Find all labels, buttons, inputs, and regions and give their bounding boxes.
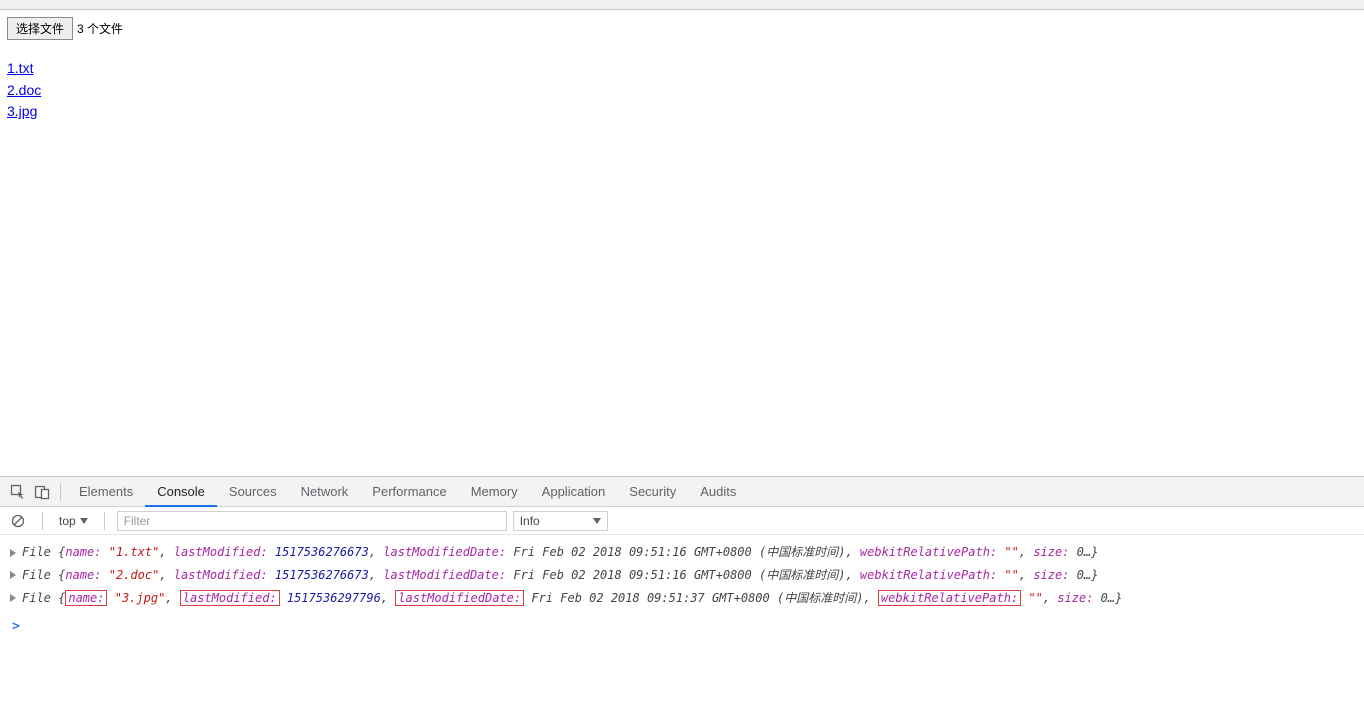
browser-chrome-hint [0, 0, 1364, 10]
console-filter-input[interactable] [117, 511, 507, 531]
log-token: 0… [1077, 545, 1091, 559]
log-token: , [845, 545, 859, 559]
page-body: 选择文件 3 个文件 1.txt 2.doc 3.jpg [0, 10, 1364, 476]
log-token: webkitRelativePath: [878, 590, 1021, 606]
console-log-line[interactable]: File {name: "2.doc", lastModified: 15175… [10, 564, 1354, 587]
console-log-line[interactable]: File {name: "3.jpg", lastModified: 15175… [10, 587, 1354, 610]
log-token: , [159, 568, 173, 582]
log-token: "" [1028, 591, 1042, 605]
log-token: size: [1033, 545, 1069, 559]
log-token: } [1091, 568, 1098, 582]
chevron-down-icon [80, 518, 88, 524]
tab-network[interactable]: Network [289, 477, 361, 507]
expand-arrow-icon[interactable] [10, 594, 16, 602]
log-token: name: [65, 568, 101, 582]
log-token: name: [65, 590, 107, 606]
tab-sources[interactable]: Sources [217, 477, 289, 507]
log-token: webkitRelativePath: [860, 568, 997, 582]
log-token: , [369, 545, 383, 559]
expand-arrow-icon[interactable] [10, 549, 16, 557]
console-toolbar: top Info [0, 507, 1364, 535]
log-token: Fri Feb 02 2018 09:51:37 GMT+0800 (中国标准时… [531, 591, 863, 605]
log-token: , [381, 591, 395, 605]
log-token: "" [1004, 568, 1018, 582]
log-token: lastModifiedDate: [383, 545, 506, 559]
log-token: name: [65, 545, 101, 559]
log-token: "3.jpg" [115, 591, 166, 605]
file-link[interactable]: 3.jpg [7, 103, 37, 119]
log-level-selector[interactable]: Info [513, 511, 608, 531]
log-token: , [863, 591, 877, 605]
log-token: "" [1004, 545, 1018, 559]
log-level-label: Info [520, 514, 540, 528]
log-token: } [1115, 591, 1122, 605]
file-link[interactable]: 2.doc [7, 82, 41, 98]
tab-elements[interactable]: Elements [67, 477, 145, 507]
log-token: Fri Feb 02 2018 09:51:16 GMT+0800 (中国标准时… [513, 545, 845, 559]
log-token: , [369, 568, 383, 582]
console-messages: File {name: "1.txt", lastModified: 15175… [0, 535, 1364, 710]
devtools-panel: Elements Console Sources Network Perform… [0, 476, 1364, 710]
context-label: top [59, 514, 76, 528]
log-token: , [165, 591, 179, 605]
tab-security[interactable]: Security [617, 477, 688, 507]
log-token: lastModifiedDate: [395, 590, 524, 606]
log-token: , [845, 568, 859, 582]
log-token: 1517536276673 [275, 545, 369, 559]
log-token: File [22, 545, 58, 559]
expand-arrow-icon[interactable] [10, 571, 16, 579]
log-token: 1517536276673 [275, 568, 369, 582]
files-count-label: 3 个文件 [77, 20, 123, 37]
chevron-down-icon [593, 518, 601, 524]
tab-application[interactable]: Application [530, 477, 618, 507]
divider [60, 483, 61, 501]
tab-memory[interactable]: Memory [459, 477, 530, 507]
log-token: File [22, 591, 58, 605]
execution-context-selector[interactable]: top [55, 514, 92, 528]
log-token: 1517536297796 [287, 591, 381, 605]
log-token: 0… [1077, 568, 1091, 582]
tab-console[interactable]: Console [145, 477, 217, 507]
console-log-line[interactable]: File {name: "1.txt", lastModified: 15175… [10, 541, 1354, 564]
divider [104, 512, 105, 530]
log-token: size: [1033, 568, 1069, 582]
log-token: lastModifiedDate: [383, 568, 506, 582]
log-token: , [1019, 568, 1033, 582]
choose-file-button[interactable]: 选择文件 [7, 17, 73, 40]
log-token: lastModified: [180, 590, 280, 606]
log-token: Fri Feb 02 2018 09:51:16 GMT+0800 (中国标准时… [513, 568, 845, 582]
log-token: lastModified: [174, 545, 268, 559]
devtools-tabbar: Elements Console Sources Network Perform… [0, 477, 1364, 507]
device-toggle-icon[interactable] [30, 479, 54, 505]
log-token: 0… [1101, 591, 1115, 605]
tab-performance[interactable]: Performance [360, 477, 458, 507]
log-token: , [1019, 545, 1033, 559]
tab-audits[interactable]: Audits [688, 477, 748, 507]
clear-console-icon[interactable] [6, 508, 30, 534]
inspect-element-icon[interactable] [6, 479, 30, 505]
file-link-list: 1.txt 2.doc 3.jpg [7, 58, 1357, 123]
log-token: "2.doc" [109, 568, 160, 582]
log-token: } [1091, 545, 1098, 559]
file-link[interactable]: 1.txt [7, 60, 33, 76]
file-input-row: 选择文件 3 个文件 [7, 17, 1357, 40]
log-token: File [22, 568, 58, 582]
console-prompt[interactable]: > [10, 615, 1354, 640]
log-token: , [1043, 591, 1057, 605]
log-token: "1.txt" [109, 545, 160, 559]
log-token: size: [1057, 591, 1093, 605]
log-token: , [159, 545, 173, 559]
divider [42, 512, 43, 530]
log-token: lastModified: [174, 568, 268, 582]
log-token: webkitRelativePath: [860, 545, 997, 559]
